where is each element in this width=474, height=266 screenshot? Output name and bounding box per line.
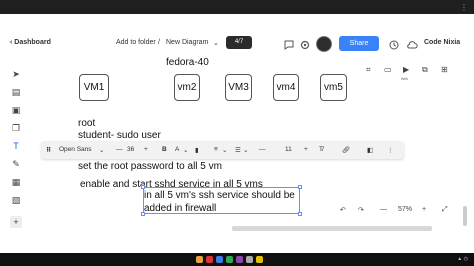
canvas-title[interactable]: fedora-40: [166, 57, 209, 68]
chevron-down-icon[interactable]: ⌄: [243, 146, 248, 154]
text-color-icon[interactable]: A: [175, 146, 179, 153]
text-format-toolbar: ⠿ Open Sans ⌄ — 36 + B A ⌄ ▮ ≡ ⌄ ☰ ⌄ — 1…: [41, 141, 404, 159]
diagram-name[interactable]: New Diagram: [166, 39, 208, 46]
app-icon[interactable]: [236, 256, 243, 263]
font-select[interactable]: Open Sans: [59, 146, 92, 153]
browser-icon[interactable]: [206, 256, 213, 263]
cloud-icon[interactable]: [406, 38, 418, 50]
highlight-icon[interactable]: ▮: [195, 146, 199, 154]
web-label: Web: [401, 77, 409, 81]
more-icon[interactable]: ⋮: [387, 146, 394, 154]
line-height-plus[interactable]: +: [304, 146, 308, 153]
zoom-out-button[interactable]: —: [380, 206, 387, 213]
app-icon[interactable]: [246, 256, 253, 263]
video-icon[interactable]: ▶ Web: [401, 65, 415, 81]
files-icon[interactable]: [196, 256, 203, 263]
app-icon[interactable]: [216, 256, 223, 263]
list-icon[interactable]: ☰: [235, 146, 241, 154]
vm-box-3[interactable]: VM3: [225, 74, 252, 101]
redo-icon[interactable]: ↷: [358, 206, 364, 214]
line-height-value[interactable]: 11: [285, 146, 292, 153]
comment-icon[interactable]: [283, 38, 295, 50]
tray-icon[interactable]: ▲ ◷: [457, 256, 468, 262]
crop-icon[interactable]: ⌗: [366, 65, 378, 77]
text-password[interactable]: set the root password to all 5 vm: [78, 161, 222, 172]
right-tools: ⌗ ▭ ▶ Web ⧉ ⊞: [356, 62, 466, 82]
header: ‹ Dashboard Add to folder / New Diagram …: [0, 32, 474, 58]
history-icon[interactable]: [388, 38, 400, 50]
share-button[interactable]: Share: [339, 36, 379, 51]
image-icon[interactable]: ▧: [10, 194, 22, 206]
resize-handle[interactable]: [141, 212, 145, 216]
cursor-icon[interactable]: ➤: [10, 68, 22, 80]
more-icon[interactable]: ⋮: [460, 3, 468, 12]
zoom-level[interactable]: 57%: [398, 206, 412, 213]
drag-handle-icon[interactable]: ⠿: [46, 146, 51, 154]
resize-handle[interactable]: [298, 212, 302, 216]
align-left-icon[interactable]: ≡: [214, 146, 218, 153]
vm-box-1[interactable]: VM1: [79, 74, 109, 101]
pill-label: 4/7: [234, 39, 244, 45]
fit-screen-icon[interactable]: ⤢: [442, 206, 448, 214]
screens-icon[interactable]: ⧉: [422, 65, 434, 77]
undo-icon[interactable]: ↶: [340, 206, 346, 214]
chevron-down-icon[interactable]: ⌄: [213, 39, 219, 47]
app-window: ⋮ ‹ Dashboard Add to folder / New Diagra…: [0, 0, 474, 253]
app-icon[interactable]: [256, 256, 263, 263]
vm-box-5[interactable]: vm5: [320, 74, 347, 101]
bold-icon[interactable]: B: [162, 146, 167, 153]
text-student[interactable]: student- sudo user: [78, 130, 161, 141]
selection-box[interactable]: [141, 185, 302, 216]
resize-handle[interactable]: [298, 185, 302, 189]
chevron-down-icon[interactable]: ⌄: [99, 146, 104, 154]
horizontal-scrollbar[interactable]: [232, 226, 432, 231]
note-icon[interactable]: ▤: [10, 86, 22, 98]
chevron-down-icon[interactable]: ⌄: [183, 146, 188, 154]
dashboard-link[interactable]: ‹ Dashboard: [10, 39, 51, 46]
clear-format-icon[interactable]: T̸: [319, 146, 323, 153]
progress-pill[interactable]: 4/7: [226, 36, 252, 49]
table-icon[interactable]: ▦: [10, 176, 22, 188]
top-strip: ⋮: [0, 0, 474, 14]
zoom-in-button[interactable]: +: [422, 206, 426, 213]
resize-handle[interactable]: [141, 185, 145, 189]
left-toolbar: ➤ ▤ ▣ ❐ T ✎ ▦ ▧ +: [7, 64, 25, 234]
line-height-minus[interactable]: —: [259, 146, 266, 153]
layers-icon[interactable]: ◧: [367, 146, 373, 154]
text-root[interactable]: root: [78, 118, 95, 129]
grid-icon[interactable]: ⊞: [441, 65, 453, 77]
link-icon[interactable]: 🔗︎: [342, 146, 350, 154]
add-icon[interactable]: +: [10, 216, 22, 228]
font-size-plus[interactable]: +: [144, 146, 148, 153]
text-icon[interactable]: T: [10, 140, 22, 152]
font-size-minus[interactable]: —: [116, 146, 123, 153]
avatar[interactable]: [316, 36, 332, 52]
font-size-value[interactable]: 36: [127, 146, 134, 153]
frame-icon[interactable]: ▭: [384, 65, 396, 77]
user-name[interactable]: Code Nixia: [424, 39, 460, 46]
share-label: Share: [349, 40, 369, 47]
vertical-scrollbar[interactable]: [463, 206, 467, 226]
chevron-down-icon[interactable]: ⌄: [222, 146, 227, 154]
breadcrumb-sep: /: [158, 39, 160, 46]
app-icon[interactable]: [226, 256, 233, 263]
gear-icon[interactable]: [299, 38, 311, 50]
dashboard-label: Dashboard: [14, 39, 51, 46]
vm-box-4[interactable]: vm4: [273, 74, 299, 101]
copy-icon[interactable]: ❐: [10, 122, 22, 134]
bottom-controls: ↶ ↷ — 57% + ⤢: [336, 203, 466, 221]
vm-box-2[interactable]: vm2: [174, 74, 200, 101]
add-to-folder[interactable]: Add to folder: [116, 39, 156, 46]
pen-icon[interactable]: ✎: [10, 158, 22, 170]
sticky-icon[interactable]: ▣: [10, 104, 22, 116]
taskbar: ▲ ◷: [0, 253, 474, 266]
